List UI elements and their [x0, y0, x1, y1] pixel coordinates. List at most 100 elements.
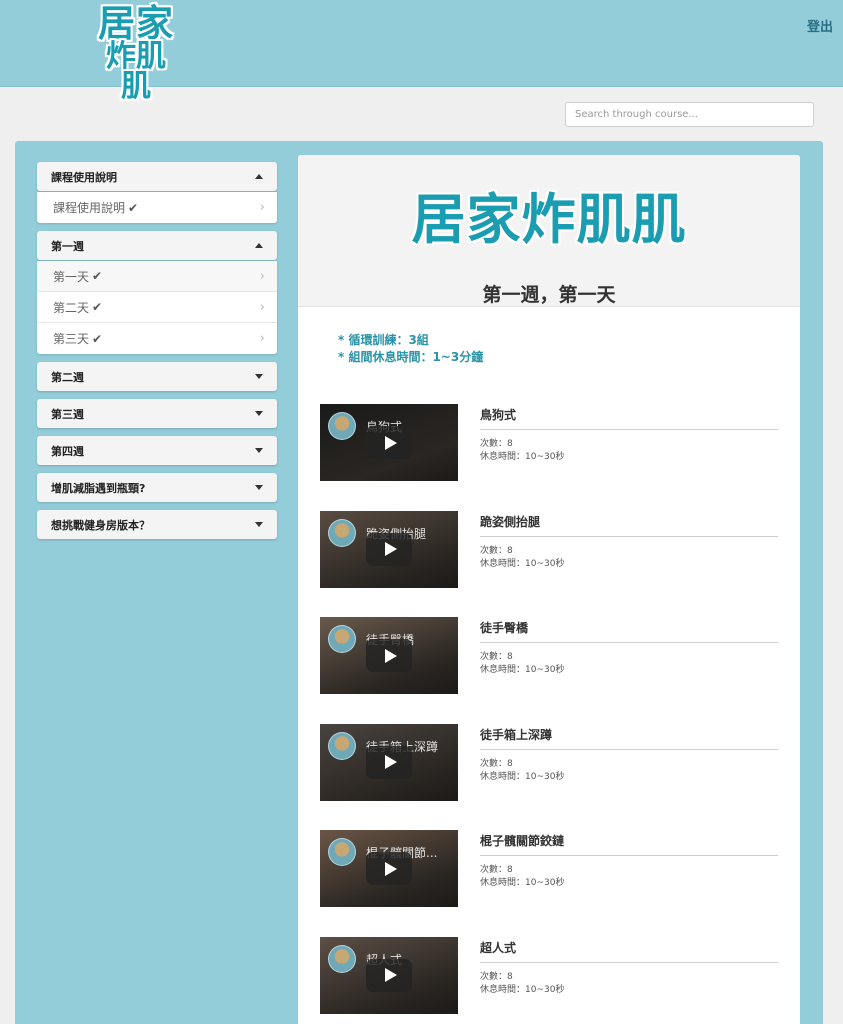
- sidebar-lesson-label-wrap: 課程使用說明 ✔: [53, 199, 138, 216]
- sidebar-section: 增肌減脂遇到瓶頸?: [37, 473, 277, 502]
- exercise-meta: 次數：8 休息時間：10~30秒: [480, 758, 564, 784]
- training-notes: * 循環訓練：3組 * 組間休息時間：1~3分鐘: [298, 307, 800, 366]
- hero-title: 居家炸肌肌: [411, 188, 687, 251]
- sidebar-section-header[interactable]: 第四週: [37, 436, 277, 465]
- sidebar-section-title: 想挑戰健身房版本？: [51, 518, 150, 532]
- exercise-reps: 次數：8: [480, 971, 513, 982]
- exercise-divider: [480, 429, 778, 430]
- play-button[interactable]: [366, 745, 412, 779]
- sidebar-section-title: 第一週: [51, 239, 84, 253]
- sidebar-section-header[interactable]: 第一週: [37, 231, 277, 260]
- caret-down-icon: [255, 448, 263, 453]
- top-bar: 居家 炸肌肌 登出: [0, 0, 843, 102]
- caret-down-icon: [255, 522, 263, 527]
- sidebar-section-items: 課程使用說明 ✔ ›: [37, 192, 277, 223]
- checkmark-icon: ✔: [92, 331, 103, 346]
- exercise-name: 超人式: [480, 940, 517, 955]
- sidebar-lesson-item[interactable]: 第二天 ✔ ›: [37, 292, 277, 323]
- sidebar-section-header[interactable]: 課程使用說明: [37, 162, 277, 191]
- sidebar-section: 第二週: [37, 362, 277, 391]
- logo-line-2: 炸肌肌: [106, 39, 166, 104]
- exercise-rest: 休息時間：10~30秒: [480, 665, 565, 676]
- play-button[interactable]: [366, 426, 412, 459]
- channel-avatar: [328, 731, 356, 760]
- exercise-divider: [480, 535, 778, 537]
- caret-down-icon: [255, 485, 263, 490]
- logout-link[interactable]: 登出: [807, 16, 833, 35]
- exercise-rest: 休息時間：10~30秒: [480, 452, 565, 462]
- exercise-divider: [480, 961, 778, 963]
- caret-up-icon: [255, 174, 263, 179]
- play-icon: [384, 648, 397, 663]
- exercise-video-thumbnail[interactable]: 鳥狗式: [320, 404, 458, 481]
- exercise-meta: 次數：8 休息時間：10~30秒: [480, 864, 564, 890]
- exercise-name: 棍子髖關節鉸鏈: [480, 834, 565, 849]
- sidebar-lesson-item[interactable]: 第一天 ✔ ›: [37, 261, 277, 292]
- exercise-name: 跪姿側抬腿: [480, 514, 541, 529]
- exercise-video-thumbnail[interactable]: 超人式: [320, 936, 458, 1014]
- exercise-meta: 次數：8 休息時間：10~30秒: [480, 971, 564, 997]
- exercise-video-thumbnail[interactable]: 徒手箱上深蹲: [320, 723, 458, 801]
- exercise-meta: 次數：8 休息時間：10~30秒: [480, 545, 564, 571]
- sidebar-lesson-item[interactable]: 第三天 ✔ ›: [37, 323, 277, 354]
- sidebar-section: 第一週 第一天 ✔ › 第二天 ✔ › 第三天 ✔ ›: [37, 231, 277, 354]
- sidebar-section-header[interactable]: 第三週: [37, 399, 277, 428]
- channel-avatar: [328, 412, 356, 440]
- chevron-right-icon: ›: [259, 268, 265, 284]
- exercise-item: 跪姿側抬腿跪姿側抬腿次數：8休息時間：10~30秒: [298, 510, 800, 618]
- site-logo[interactable]: 居家 炸肌肌: [92, 5, 180, 102]
- sidebar-section-header[interactable]: 想挑戰健身房版本？: [37, 510, 277, 539]
- sidebar-lesson-label-wrap: 第三天 ✔: [53, 330, 102, 347]
- sidebar-section-title: 第二週: [51, 370, 84, 384]
- checkmark-icon: ✔: [92, 269, 103, 283]
- exercise-name: 徒手臀橋: [480, 621, 529, 636]
- course-search-input[interactable]: [565, 102, 814, 127]
- chevron-right-icon: ›: [259, 331, 265, 346]
- exercise-reps: 次數：8: [480, 758, 513, 769]
- exercise-meta: 次數：8 休息時間：10~30秒: [480, 651, 564, 677]
- exercise-rest: 休息時間：10~30秒: [480, 771, 565, 782]
- play-button[interactable]: [366, 532, 412, 566]
- caret-down-icon: [255, 374, 263, 379]
- exercise-video-thumbnail[interactable]: 跪姿側抬腿: [320, 510, 458, 588]
- caret-up-icon: [255, 243, 263, 248]
- sidebar-section: 課程使用說明 課程使用說明 ✔ ›: [37, 162, 277, 223]
- sidebar-section-items: 第一天 ✔ › 第二天 ✔ › 第三天 ✔ ›: [37, 261, 277, 354]
- exercise-video-thumbnail[interactable]: 棍子髖關節...: [320, 830, 458, 908]
- exercise-reps: 次數：8: [480, 439, 513, 449]
- exercise-divider: [480, 748, 778, 750]
- exercise-name: 鳥狗式: [480, 408, 517, 422]
- play-icon: [384, 861, 397, 876]
- sidebar-lesson-label: 課程使用說明: [53, 201, 126, 215]
- sidebar-section: 第三週: [37, 399, 277, 428]
- sidebar-lesson-label: 第三天: [53, 332, 90, 346]
- note-circuit: * 循環訓練：3組: [338, 333, 429, 347]
- exercise-video-thumbnail[interactable]: 徒手臀橋: [320, 617, 458, 695]
- sidebar-section-title: 第四週: [51, 444, 84, 458]
- play-icon: [384, 542, 397, 557]
- play-icon: [384, 755, 397, 770]
- exercise-divider: [480, 855, 778, 857]
- play-button[interactable]: [366, 958, 412, 992]
- play-button[interactable]: [366, 852, 412, 886]
- exercise-rest: 休息時間：10~30秒: [480, 558, 565, 569]
- checkmark-icon: ✔: [92, 300, 103, 314]
- exercise-meta: 次數：8 休息時間：10~30秒: [480, 438, 564, 464]
- sidebar-lesson-label-wrap: 第一天 ✔: [53, 268, 102, 285]
- exercise-rest: 休息時間：10~30秒: [480, 878, 565, 889]
- sidebar-section-header[interactable]: 第二週: [37, 362, 277, 391]
- exercise-item: 徒手箱上深蹲徒手箱上深蹲次數：8休息時間：10~30秒: [298, 723, 800, 831]
- exercise-reps: 次數：8: [480, 865, 513, 876]
- sidebar-lesson-label-wrap: 第二天 ✔: [53, 299, 102, 316]
- sidebar-section-header[interactable]: 增肌減脂遇到瓶頸?: [37, 473, 277, 502]
- exercise-item: 徒手臀橋徒手臀橋次數：8休息時間：10~30秒: [298, 617, 800, 724]
- exercise-reps: 次數：8: [480, 652, 513, 663]
- lesson-content: 居家炸肌肌 第一週，第一天 * 循環訓練：3組 * 組間休息時間：1~3分鐘 鳥…: [298, 155, 800, 1024]
- sidebar-section-title: 增肌減脂遇到瓶頸?: [51, 481, 146, 495]
- sidebar-section: 想挑戰健身房版本？: [37, 510, 277, 539]
- sidebar-lesson-label: 第一天: [53, 269, 90, 284]
- caret-down-icon: [255, 411, 263, 416]
- exercise-item: 超人式超人式次數：8休息時間：10~30秒: [298, 936, 800, 1024]
- play-button[interactable]: [366, 639, 412, 673]
- sidebar-lesson-item[interactable]: 課程使用說明 ✔ ›: [37, 192, 277, 223]
